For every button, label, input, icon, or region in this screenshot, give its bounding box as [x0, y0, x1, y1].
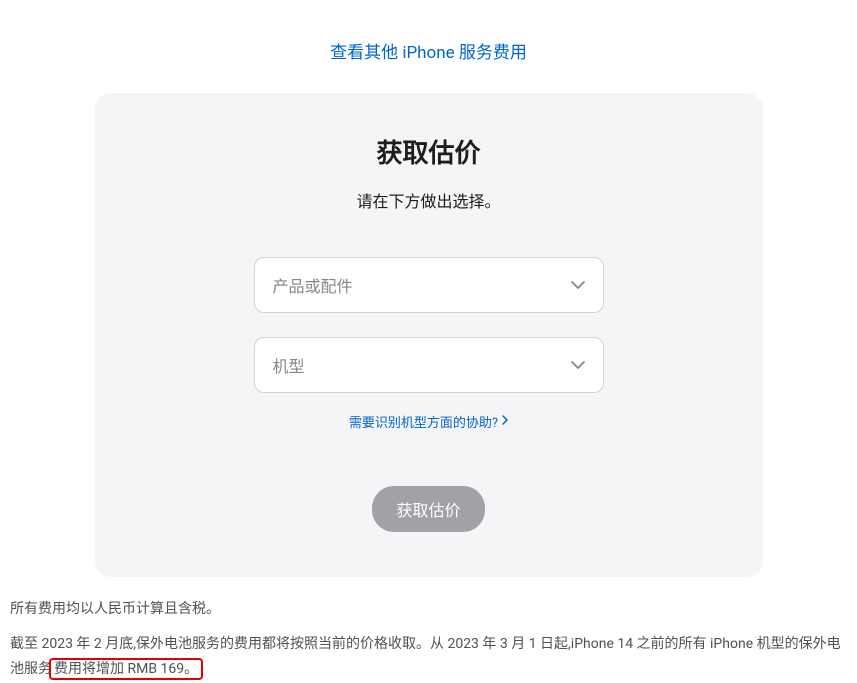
product-select-wrapper: 产品或配件 — [254, 257, 604, 313]
card-subtitle: 请在下方做出选择。 — [125, 188, 733, 212]
price-increase-highlight: 费用将增加 RMB 169。 — [49, 658, 203, 680]
product-select[interactable]: 产品或配件 — [254, 257, 604, 313]
model-help-link[interactable]: 需要识别机型方面的协助? — [349, 412, 508, 431]
footer-text: 所有费用均以人民币计算且含税。 截至 2023 年 2 月底,保外电池服务的费用… — [0, 577, 857, 683]
chevron-down-icon — [571, 281, 585, 289]
model-select-wrapper: 机型 — [254, 337, 604, 393]
get-estimate-button[interactable]: 获取估价 — [372, 486, 484, 532]
card-title: 获取估价 — [125, 133, 733, 170]
product-select-placeholder: 产品或配件 — [273, 273, 353, 297]
other-services-link[interactable]: 查看其他 iPhone 服务费用 — [330, 43, 527, 63]
model-select-placeholder: 机型 — [273, 353, 305, 377]
help-link-container: 需要识别机型方面的协助? — [125, 412, 733, 431]
estimate-card: 获取估价 请在下方做出选择。 产品或配件 机型 需要识别机型方面的协助? 获取估… — [95, 93, 763, 577]
chevron-down-icon — [571, 361, 585, 369]
help-link-label: 需要识别机型方面的协助? — [349, 412, 498, 431]
footer-line-1: 所有费用均以人民币计算且含税。 — [10, 597, 847, 622]
footer-line-2: 截至 2023 年 2 月底,保外电池服务的费用都将按照当前的价格收取。从 20… — [10, 632, 847, 682]
model-select[interactable]: 机型 — [254, 337, 604, 393]
chevron-right-icon — [502, 414, 508, 429]
top-link-container: 查看其他 iPhone 服务费用 — [0, 0, 857, 93]
